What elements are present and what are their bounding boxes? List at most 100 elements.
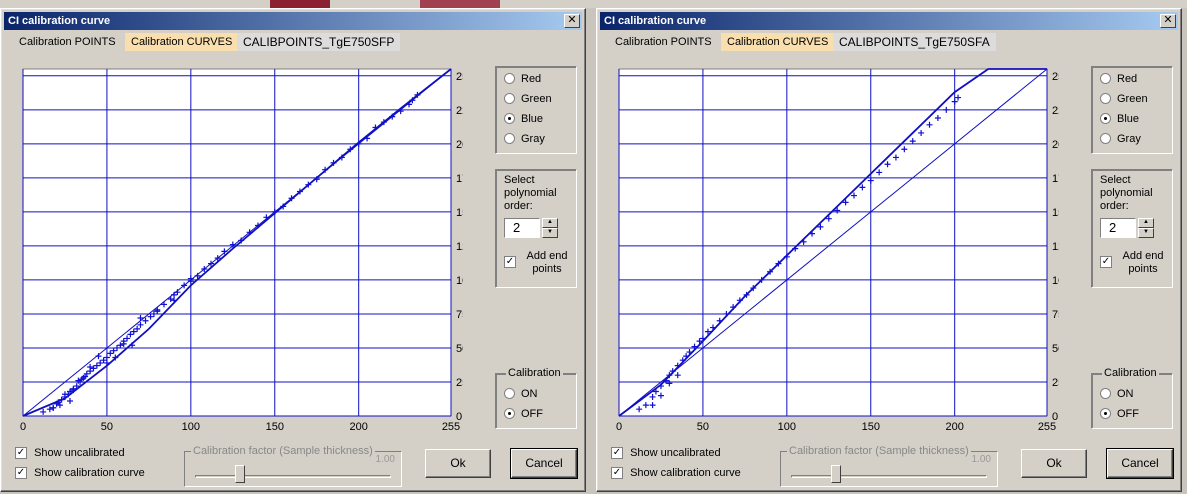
add-end-points-label: Add end points: [526, 250, 568, 275]
calibration-factor-value: 1.00: [971, 454, 991, 465]
window-title: CI calibration curve: [8, 15, 111, 27]
spin-down-button[interactable]: ▼: [1138, 228, 1154, 238]
radio-label: Blue: [521, 113, 544, 125]
add-end-points-checkbox[interactable]: ✓: [1100, 256, 1112, 269]
calibration-factor-title: Calibration factor (Sample thickness): [191, 444, 375, 458]
x-tick-label: 150: [862, 421, 880, 433]
tab-calibration-points[interactable]: Calibration POINTS: [609, 33, 718, 51]
calibration-group: Calibration ON OFF: [495, 366, 577, 429]
calibration-group-title: Calibration: [1102, 366, 1159, 380]
radio-label: Green: [521, 93, 552, 105]
x-tick-label: 150: [266, 421, 284, 433]
cancel-button[interactable]: Cancel: [510, 448, 578, 479]
radio-selected-icon: [1100, 407, 1111, 419]
x-tick-label: 200: [350, 421, 368, 433]
slider-track: [195, 475, 391, 478]
radio-selected-icon: [504, 407, 515, 419]
radio-green[interactable]: Green: [504, 91, 552, 107]
title-bar[interactable]: CI calibration curve ✕: [4, 12, 582, 30]
y-tick-label: 125: [1052, 241, 1059, 253]
show-calibration-curve-checkbox[interactable]: ✓ Show calibration curve: [15, 465, 145, 481]
polynomial-label: Select polynomial order:: [504, 174, 557, 212]
y-tick-label: 175: [456, 173, 463, 185]
y-tick-label: 50: [456, 343, 463, 355]
polynomial-order-input[interactable]: 2: [504, 218, 540, 238]
y-tick-label: 225: [1052, 105, 1059, 117]
cancel-button[interactable]: Cancel: [1106, 448, 1174, 479]
slider-track: [791, 475, 987, 478]
spin-down-button[interactable]: ▼: [542, 228, 558, 238]
radio-calibration-on[interactable]: ON: [504, 386, 538, 402]
show-uncalibrated-label: Show uncalibrated: [34, 447, 125, 459]
slider-thumb[interactable]: [831, 465, 841, 483]
window-title: CI calibration curve: [604, 15, 707, 27]
radio-blue[interactable]: Blue: [504, 111, 543, 127]
tab-calibration-curves[interactable]: Calibration CURVES: [721, 33, 835, 51]
spin-down-icon: ▼: [547, 229, 553, 235]
radio-unselected-icon: [504, 132, 515, 144]
title-bar[interactable]: CI calibration curve ✕: [600, 12, 1178, 30]
radio-label: Blue: [1117, 113, 1140, 125]
show-uncalibrated-checkbox[interactable]: ✓ Show uncalibrated: [611, 445, 721, 461]
radio-label: ON: [1117, 388, 1134, 400]
radio-unselected-icon: [504, 92, 515, 104]
radio-calibration-on[interactable]: ON: [1100, 386, 1134, 402]
ok-button[interactable]: Ok: [1021, 449, 1087, 478]
radio-gray[interactable]: Gray: [1100, 131, 1141, 147]
radio-label: OFF: [1117, 408, 1139, 420]
tab-calibration-points[interactable]: Calibration POINTS: [13, 33, 122, 51]
x-tick-label: 50: [697, 421, 709, 433]
radio-blue[interactable]: Blue: [1100, 111, 1139, 127]
spin-up-button[interactable]: ▲: [542, 218, 558, 228]
radio-gray[interactable]: Gray: [504, 131, 545, 147]
y-tick-label: 225: [456, 105, 463, 117]
y-tick-label: 150: [456, 207, 463, 219]
y-tick-label: 100: [1052, 275, 1059, 287]
y-tick-label: 125: [456, 241, 463, 253]
y-tick-label: 0: [456, 411, 462, 423]
radio-label: Gray: [1117, 133, 1141, 145]
radio-label: ON: [521, 388, 538, 400]
spin-down-icon: ▼: [1143, 229, 1149, 235]
calibration-factor-group: Calibration factor (Sample thickness) 1.…: [184, 444, 402, 487]
calibration-factor-value: 1.00: [375, 454, 395, 465]
slider-thumb[interactable]: [235, 465, 245, 483]
close-button[interactable]: ✕: [564, 14, 580, 28]
ok-button[interactable]: Ok: [425, 449, 491, 478]
show-calibration-curve-checkbox[interactable]: ✓ Show calibration curve: [611, 465, 741, 481]
y-tick-label: 150: [1052, 207, 1059, 219]
radio-green[interactable]: Green: [1100, 91, 1148, 107]
show-calibration-curve-label: Show calibration curve: [34, 467, 145, 479]
radio-red[interactable]: Red: [1100, 71, 1137, 87]
radio-unselected-icon: [1100, 132, 1111, 144]
y-tick-label: 250: [456, 71, 463, 83]
radio-unselected-icon: [504, 72, 515, 84]
radio-calibration-off[interactable]: OFF: [1100, 406, 1139, 422]
calibration-group: Calibration ON OFF: [1091, 366, 1173, 429]
y-tick-label: 200: [456, 139, 463, 151]
radio-unselected-icon: [1100, 387, 1111, 399]
checkbox-checked-icon: ✓: [611, 467, 623, 480]
radio-label: Red: [521, 73, 542, 85]
polynomial-order-input[interactable]: 2: [1100, 218, 1136, 238]
y-tick-label: 75: [456, 309, 463, 321]
y-tick-label: 175: [1052, 173, 1059, 185]
file-name-label: CALIBPOINTS_TgE750SFP: [237, 33, 401, 51]
y-tick-label: 250: [1052, 71, 1059, 83]
x-tick-label: 50: [101, 421, 113, 433]
close-button[interactable]: ✕: [1160, 14, 1176, 28]
x-tick-label: 100: [182, 421, 200, 433]
y-tick-label: 100: [456, 275, 463, 287]
calibration-factor-title: Calibration factor (Sample thickness): [787, 444, 971, 458]
polynomial-group: Select polynomial order: 2 ▲ ▼ ✓ Add end…: [495, 169, 577, 288]
add-end-points-checkbox[interactable]: ✓: [504, 256, 516, 269]
y-tick-label: 200: [1052, 139, 1059, 151]
radio-red[interactable]: Red: [504, 71, 541, 87]
tab-calibration-curves[interactable]: Calibration CURVES: [125, 33, 239, 51]
radio-unselected-icon: [1100, 92, 1111, 104]
spin-up-icon: ▲: [547, 219, 553, 225]
radio-calibration-off[interactable]: OFF: [504, 406, 543, 422]
show-uncalibrated-checkbox[interactable]: ✓ Show uncalibrated: [15, 445, 125, 461]
spin-up-button[interactable]: ▲: [1138, 218, 1154, 228]
x-tick-label: 100: [778, 421, 796, 433]
